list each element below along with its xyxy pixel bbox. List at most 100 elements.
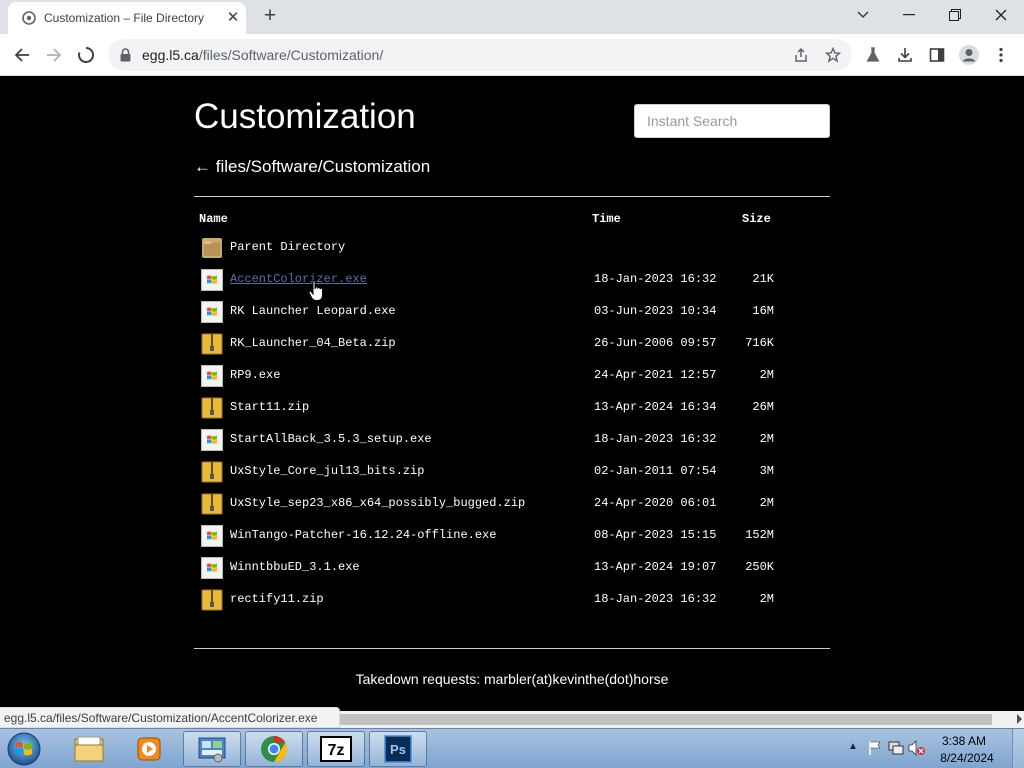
- tab-search-chevron-icon[interactable]: [840, 0, 886, 30]
- file-name-link[interactable]: WinntbbuED_3.1.exe: [230, 560, 360, 574]
- file-size: 716K: [745, 336, 774, 350]
- share-icon[interactable]: [786, 40, 816, 70]
- file-name-link[interactable]: UxStyle_Core_jul13_bits.zip: [230, 464, 424, 478]
- play-icon: [137, 737, 161, 761]
- volume-muted-icon[interactable]: [908, 740, 926, 756]
- network-icon[interactable]: [888, 740, 904, 756]
- 7zip-icon: 7z: [320, 736, 352, 762]
- close-tab-icon[interactable]: ✕: [224, 9, 242, 27]
- file-row[interactable]: RK_Launcher_04_Beta.zip 26-Jun-2006 09:57…: [194, 328, 830, 360]
- file-name-link[interactable]: RP9.exe: [230, 368, 280, 382]
- column-header-name[interactable]: Name: [199, 212, 228, 226]
- column-header-time[interactable]: Time: [592, 212, 621, 226]
- file-row[interactable]: UxStyle_Core_jul13_bits.zip 02-Jan-2011 0…: [194, 456, 830, 488]
- hand-cursor-icon: [308, 280, 323, 301]
- exe-icon: [201, 365, 223, 387]
- file-size: 152M: [745, 528, 774, 542]
- zip-icon: [201, 333, 223, 355]
- bookmark-star-icon[interactable]: [818, 40, 848, 70]
- file-row[interactable]: rectify11.zip 18-Jan-2023 16:32 2M: [194, 584, 830, 616]
- browser-menu-icon[interactable]: [986, 40, 1016, 70]
- show-desktop-button[interactable]: [1012, 729, 1024, 768]
- file-row[interactable]: WinntbbuED_3.1.exe 13-Apr-2024 19:07 250K: [194, 552, 830, 584]
- exe-icon: [201, 301, 223, 323]
- profile-avatar-icon[interactable]: [954, 40, 984, 70]
- file-time: 13-Apr-2024 16:34: [594, 400, 717, 414]
- action-center-flag-icon[interactable]: [868, 740, 882, 756]
- file-row[interactable]: Start11.zip 13-Apr-2024 16:34 26M: [194, 392, 830, 424]
- taskbar-photoshop[interactable]: Ps: [369, 731, 427, 767]
- downloads-icon[interactable]: [890, 40, 920, 70]
- system-tray: ▲ 3:38 AM 8/24/2024: [834, 729, 1024, 768]
- file-row[interactable]: RP9.exe 24-Apr-2021 12:57 2M: [194, 360, 830, 392]
- file-size: 2M: [759, 432, 774, 446]
- file-row[interactable]: WinTango-Patcher-16.12.24-offline.exe 08-…: [194, 520, 830, 552]
- file-name-link[interactable]: UxStyle_sep23_x86_x64_possibly_bugged.zi…: [230, 496, 525, 510]
- address-bar[interactable]: egg.l5.ca/files/Software/Customization/: [108, 39, 852, 71]
- exe-icon: [201, 525, 223, 547]
- exe-icon: [201, 269, 223, 291]
- horizontal-scrollbar[interactable]: [340, 711, 1024, 728]
- file-row[interactable]: UxStyle_sep23_x86_x64_possibly_bugged.zi…: [194, 488, 830, 520]
- clock-time[interactable]: 3:38 AM: [934, 734, 994, 748]
- show-hidden-icons-chevron[interactable]: ▲: [848, 741, 858, 752]
- file-row[interactable]: Parent Directory: [194, 232, 830, 264]
- clock-date[interactable]: 8/24/2024: [934, 751, 1000, 765]
- file-row[interactable]: RK Launcher Leopard.exe 03-Jun-2023 10:34…: [194, 296, 830, 328]
- close-window-button[interactable]: [978, 0, 1024, 30]
- folder-icon: [201, 237, 223, 259]
- divider: [194, 648, 830, 649]
- url-host: egg.l5.ca: [142, 47, 199, 63]
- file-time: 02-Jan-2011 07:54: [594, 464, 717, 478]
- file-name-link[interactable]: RK Launcher Leopard.exe: [230, 304, 396, 318]
- start-button[interactable]: [4, 730, 44, 768]
- scrollbar-thumb[interactable]: [340, 714, 992, 725]
- file-row[interactable]: AccentColorizer.exe 18-Jan-2023 16:32 21K: [194, 264, 830, 296]
- file-name-link[interactable]: rectify11.zip: [230, 592, 324, 606]
- file-time: 26-Jun-2006 09:57: [594, 336, 717, 350]
- restore-button[interactable]: [932, 0, 978, 30]
- file-size: 26M: [752, 400, 774, 414]
- instant-search-input[interactable]: [634, 104, 830, 138]
- file-size: 21K: [752, 272, 774, 286]
- taskbar-file-explorer[interactable]: [60, 731, 118, 767]
- chrome-icon: [261, 735, 288, 763]
- file-row[interactable]: StartAllBack_3.5.3_setup.exe 18-Jan-2023 …: [194, 424, 830, 456]
- back-button[interactable]: [7, 40, 37, 70]
- file-name-link[interactable]: WinTango-Patcher-16.12.24-offline.exe: [230, 528, 496, 542]
- file-time: 24-Apr-2021 12:57: [594, 368, 717, 382]
- new-tab-button[interactable]: +: [258, 5, 282, 29]
- file-name-link[interactable]: StartAllBack_3.5.3_setup.exe: [230, 432, 432, 446]
- scroll-right-arrow-icon[interactable]: [1017, 714, 1022, 724]
- labs-flask-icon[interactable]: [858, 40, 888, 70]
- divider: [194, 196, 830, 197]
- file-time: 08-Apr-2023 15:15: [594, 528, 717, 542]
- loading-stop-icon[interactable]: [71, 40, 101, 70]
- column-header-size[interactable]: Size: [742, 212, 771, 226]
- zip-icon: [201, 589, 223, 611]
- file-name-link[interactable]: AccentColorizer.exe: [230, 272, 367, 286]
- taskbar-7zip[interactable]: 7z: [307, 731, 365, 767]
- taskbar-control-panel[interactable]: [183, 731, 241, 767]
- control-panel-icon: [198, 737, 226, 763]
- photoshop-icon: Ps: [384, 735, 412, 763]
- forward-button[interactable]: [39, 40, 69, 70]
- url-path: /files/Software/Customization/: [198, 47, 384, 63]
- file-size: 2M: [759, 368, 774, 382]
- minimize-button[interactable]: [886, 0, 932, 30]
- taskbar-media-player[interactable]: [120, 731, 178, 767]
- file-name-link[interactable]: Start11.zip: [230, 400, 309, 414]
- side-panel-icon[interactable]: [922, 40, 952, 70]
- browser-tab[interactable]: Customization – File Directory ✕: [8, 2, 246, 34]
- svg-text:Ps: Ps: [390, 742, 406, 757]
- lock-icon[interactable]: [120, 48, 131, 62]
- windows-orb-icon: [7, 732, 41, 766]
- file-name-link[interactable]: Parent Directory: [230, 240, 345, 254]
- file-name-link[interactable]: RK_Launcher_04_Beta.zip: [230, 336, 396, 350]
- file-time: 13-Apr-2024 19:07: [594, 560, 717, 574]
- zip-icon: [201, 461, 223, 483]
- taskbar-chrome[interactable]: [245, 731, 303, 767]
- breadcrumb-back-link[interactable]: ← files/Software/Customization: [194, 157, 430, 177]
- page-content: Customization ← files/Software/Customiza…: [0, 77, 1024, 707]
- link-status-bubble: egg.l5.ca/files/Software/Customization/A…: [0, 707, 340, 728]
